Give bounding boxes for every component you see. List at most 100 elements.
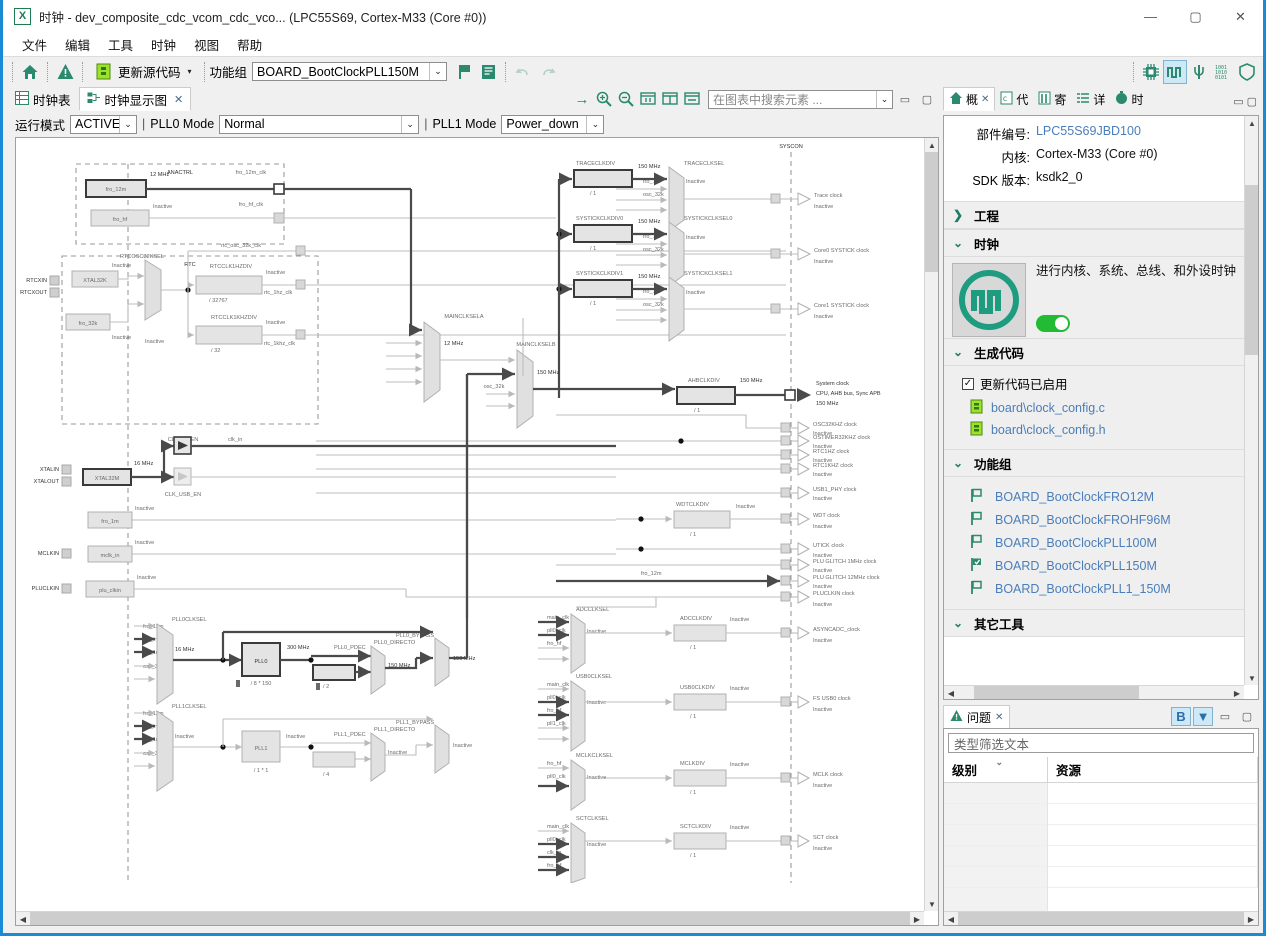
undo-icon[interactable]	[511, 60, 535, 84]
table-row[interactable]	[943, 804, 1258, 825]
problems-horizontal-scrollbar[interactable]: ◀ ▶	[943, 911, 1258, 925]
clock-waveform-icon[interactable]	[1163, 59, 1187, 84]
scroll-right-button[interactable]: ▶	[1244, 912, 1258, 925]
fit-arrow-icon[interactable]: →	[572, 89, 592, 109]
scroll-up-button[interactable]: ▲	[1245, 116, 1258, 130]
functional-group-name[interactable]: BOARD_BootClockPLL100M	[995, 536, 1157, 550]
chevron-down-icon[interactable]: ⌄	[952, 456, 964, 470]
pll0-mode-select[interactable]: Normal ⌄	[219, 114, 420, 134]
scroll-thumb[interactable]	[973, 686, 1139, 699]
chevron-down-icon[interactable]: ⌄	[952, 236, 964, 250]
close-icon[interactable]: ✕	[174, 93, 183, 106]
fit-page-icon[interactable]	[638, 89, 658, 109]
menu-item-help[interactable]: 帮助	[228, 33, 271, 56]
chevron-down-icon[interactable]: ⌄	[952, 345, 964, 359]
table-row[interactable]	[943, 783, 1258, 804]
report-button[interactable]	[476, 60, 500, 84]
overview-horizontal-scrollbar[interactable]: ◀ ▶	[943, 685, 1244, 699]
maximize-button[interactable]: ▢	[1173, 0, 1218, 33]
chevron-down-icon[interactable]: ⌄	[952, 616, 964, 630]
chevron-right-icon[interactable]: ❯	[952, 208, 964, 222]
chevron-down-icon[interactable]: ▾	[188, 67, 192, 76]
collapse-icon[interactable]	[682, 89, 702, 109]
overview-vertical-scrollbar[interactable]: ▲ ▼	[1244, 116, 1258, 685]
file-row-clock-config-h[interactable]: board\clock_config.h	[970, 421, 1236, 439]
column-header-level[interactable]: ⌄ 级别	[944, 757, 1048, 782]
menu-item-clock[interactable]: 时钟	[142, 33, 185, 56]
scroll-right-button[interactable]: ▶	[1230, 686, 1244, 699]
functional-group-name[interactable]: BOARD_BootClockFRO12M	[995, 490, 1154, 504]
rp-tab-overview[interactable]: 概 ✕	[942, 87, 996, 111]
scroll-thumb[interactable]	[1245, 185, 1258, 355]
fit-width-icon[interactable]	[660, 89, 680, 109]
column-header-resource[interactable]: 资源	[1048, 757, 1258, 782]
close-button[interactable]: ✕	[1218, 0, 1263, 33]
chevron-down-icon[interactable]: ⌄	[429, 63, 447, 80]
binary-icon[interactable]: 1001 1010 0101	[1211, 60, 1235, 84]
scroll-thumb[interactable]	[924, 152, 938, 272]
table-row[interactable]	[943, 867, 1258, 888]
scroll-thumb[interactable]	[30, 912, 910, 925]
functional-group-name[interactable]: BOARD_BootClockFROHF96M	[995, 513, 1171, 527]
scroll-right-button[interactable]: ▶	[909, 912, 924, 925]
functional-group-item[interactable]: BOARD_BootClockPLL100M	[970, 534, 1236, 552]
pin-icon[interactable]	[1187, 60, 1211, 84]
chevron-down-icon[interactable]: ⌄	[586, 115, 604, 133]
section-functional-groups[interactable]: ⌄ 功能组	[943, 449, 1244, 477]
rp-tab-clock[interactable]: 时	[1110, 87, 1148, 111]
pll1-mode-select[interactable]: Power_down ⌄	[501, 114, 605, 134]
home-icon[interactable]	[18, 60, 42, 84]
functional-group-item[interactable]: BOARD_BootClockFROHF96M	[970, 511, 1236, 529]
clocks-enable-toggle[interactable]	[1035, 315, 1070, 332]
scroll-down-button[interactable]: ▼	[924, 897, 938, 911]
chevron-down-icon[interactable]: ⌄	[875, 90, 892, 108]
diagram-viewport[interactable]: .g { stroke:#bdbdbd; stroke-width:1.1; f…	[16, 138, 924, 911]
menu-item-edit[interactable]: 编辑	[56, 33, 99, 56]
clocks-tile-icon[interactable]	[951, 263, 1026, 337]
scroll-left-button[interactable]: ◀	[16, 912, 30, 925]
scroll-left-button[interactable]: ◀	[943, 912, 958, 925]
section-other-tools[interactable]: ⌄ 其它工具	[943, 609, 1244, 637]
problems-maximize-button[interactable]: ▢	[1237, 707, 1257, 726]
update-source-code-button[interactable]: 更新源代码 ▾	[88, 60, 199, 84]
table-row[interactable]	[943, 825, 1258, 846]
section-project[interactable]: ❯ 工程	[943, 201, 1244, 229]
update-code-enabled-row[interactable]: ✓ 更新代码已启用	[961, 374, 1236, 393]
functional-group-name[interactable]: BOARD_BootClockPLL1_150M	[995, 582, 1171, 596]
table-row[interactable]	[943, 846, 1258, 867]
flag-button[interactable]	[452, 60, 476, 84]
run-mode-select[interactable]: ACTIVE ⌄	[70, 114, 138, 134]
scroll-down-button[interactable]: ▼	[1245, 671, 1258, 685]
file-row-clock-config-c[interactable]: board\clock_config.c	[970, 399, 1236, 417]
functional-group-item-active[interactable]: BOARD_BootClockPLL150M	[970, 557, 1236, 575]
functional-group-item[interactable]: BOARD_BootClockFRO12M	[970, 488, 1236, 506]
rp-tab-details[interactable]: 详	[1071, 87, 1110, 111]
section-generate-code[interactable]: ⌄ 生成代码	[943, 338, 1244, 366]
panel-minimize-button[interactable]: ▭	[895, 89, 915, 109]
zoom-out-icon[interactable]	[616, 89, 636, 109]
checkbox-icon[interactable]: ✓	[961, 377, 974, 390]
minimize-button[interactable]: —	[1128, 0, 1173, 33]
overview-scroll-area[interactable]: 部件编号: LPC55S69JBD100 内核: Cortex-M33 (Cor…	[943, 116, 1258, 699]
scroll-thumb[interactable]	[957, 912, 1244, 925]
menu-item-view[interactable]: 视图	[185, 33, 228, 56]
warning-icon[interactable]	[53, 60, 77, 84]
tab-problems[interactable]: 问题 ✕	[942, 705, 1011, 728]
file-name[interactable]: board\clock_config.h	[991, 423, 1106, 437]
chevron-down-icon[interactable]: ⌄	[401, 115, 419, 133]
chevron-down-icon[interactable]: ⌄	[119, 115, 137, 133]
tab-clock-diagram[interactable]: 时钟显示图 ✕	[78, 87, 192, 111]
scroll-up-button[interactable]: ▲	[924, 138, 938, 152]
sort-chevron-icon[interactable]: ⌄	[995, 757, 1003, 768]
bold-toggle-button[interactable]: B	[1171, 707, 1191, 726]
filter-toggle-button[interactable]: ▼	[1193, 707, 1213, 726]
shield-icon[interactable]	[1235, 60, 1259, 84]
functional-group-name[interactable]: BOARD_BootClockPLL150M	[995, 559, 1157, 573]
redo-icon[interactable]	[535, 60, 559, 84]
close-icon[interactable]: ✕	[995, 712, 1003, 723]
functional-group-select[interactable]: BOARD_BootClockPLL150M ⌄	[252, 62, 448, 81]
problems-minimize-button[interactable]: ▭	[1215, 707, 1235, 726]
rp-minimize-button[interactable]: ▭	[1233, 95, 1243, 108]
rp-tab-code[interactable]: c 代	[995, 87, 1033, 111]
diagram-vertical-scrollbar[interactable]: ▲ ▼	[923, 138, 938, 911]
